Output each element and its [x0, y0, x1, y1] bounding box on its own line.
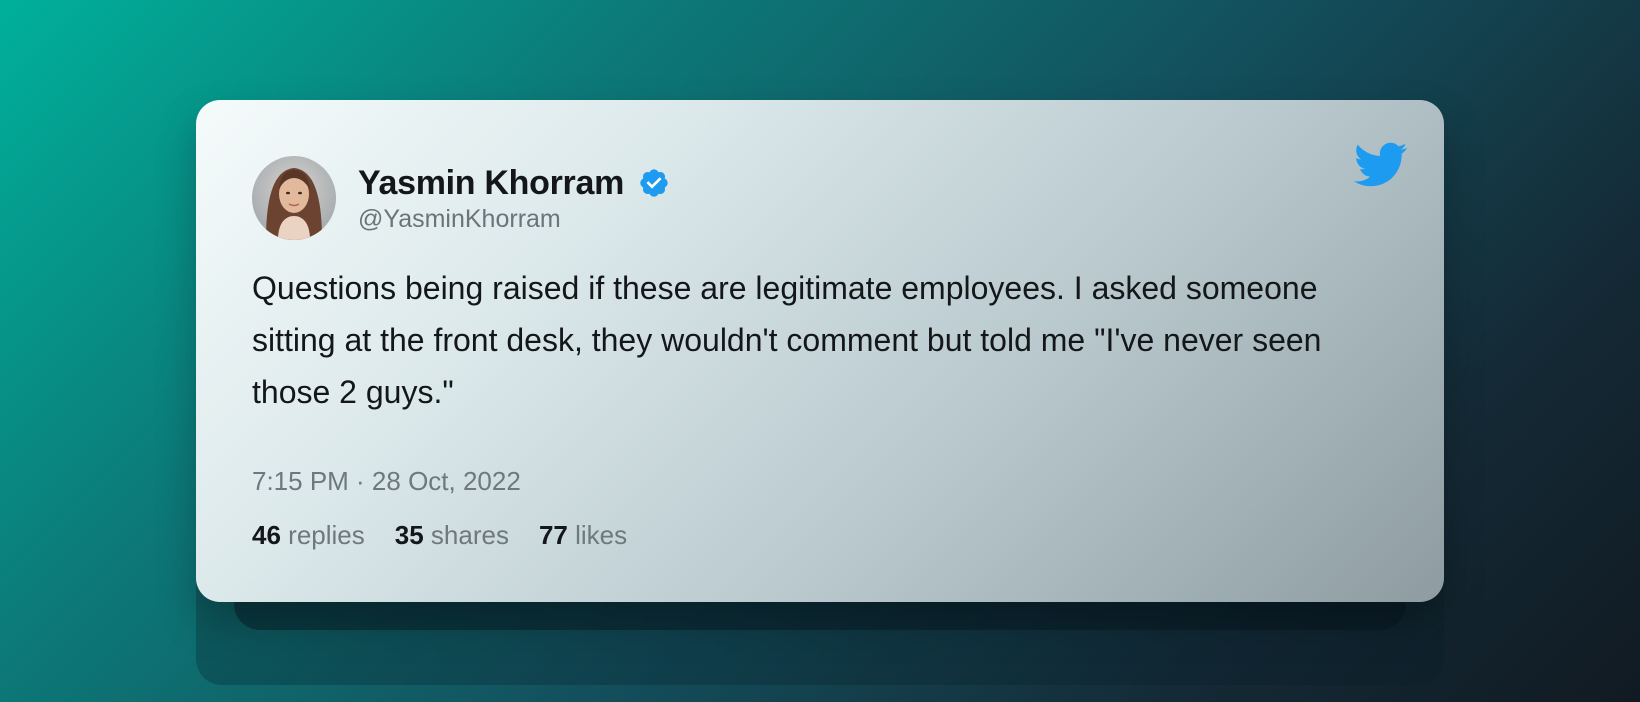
- author-display-name[interactable]: Yasmin Khorram: [358, 163, 624, 203]
- tweet-text: Questions being raised if these are legi…: [252, 270, 1322, 410]
- tweet-timestamp[interactable]: 7:15 PM · 28 Oct, 2022: [252, 466, 521, 497]
- verified-badge-icon: [640, 168, 668, 197]
- avatar[interactable]: [252, 156, 336, 240]
- replies-label: replies: [288, 520, 365, 550]
- avatar-photo: [252, 156, 336, 240]
- tweet-card: Yasmin Khorram @YasminKhorram Questions …: [196, 100, 1444, 602]
- shares-stat[interactable]: 35 shares: [395, 520, 509, 551]
- likes-count: 77: [538, 520, 568, 550]
- twitter-bird-icon: [1354, 142, 1408, 187]
- name-row: Yasmin Khorram: [358, 163, 670, 203]
- shares-count: 35: [394, 520, 424, 550]
- author-handle[interactable]: @YasminKhorram: [358, 205, 670, 234]
- replies-stat[interactable]: 46 replies: [252, 520, 365, 551]
- author-names: Yasmin Khorram @YasminKhorram: [358, 163, 670, 234]
- shares-label: shares: [430, 520, 509, 550]
- replies-count: 46: [252, 520, 281, 550]
- tweet-header: Yasmin Khorram @YasminKhorram: [252, 156, 670, 240]
- likes-stat[interactable]: 77 likes: [539, 520, 627, 551]
- tweet-stats: 46 replies 35 shares 77 likes: [252, 520, 657, 551]
- likes-label: likes: [575, 520, 628, 550]
